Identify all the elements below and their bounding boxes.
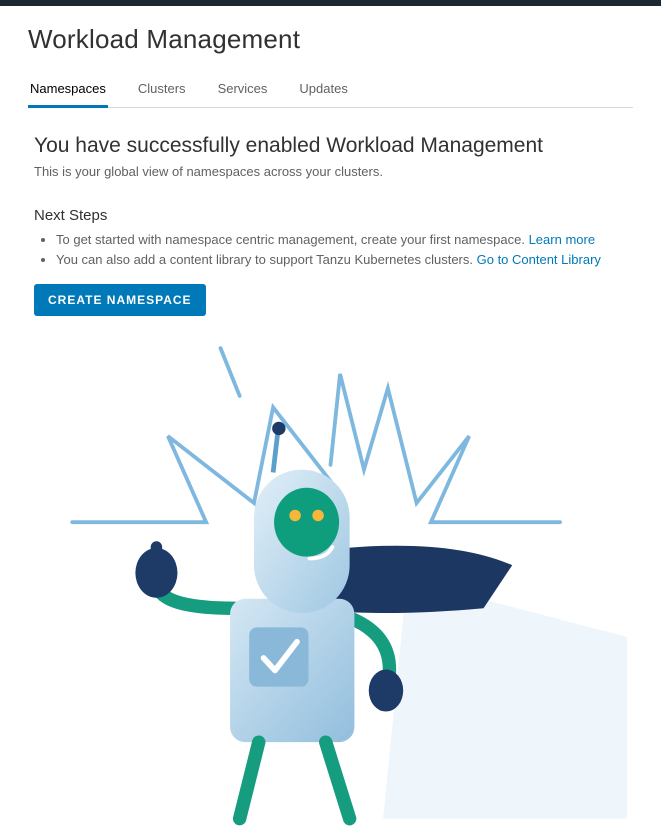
success-heading: You have successfully enabled Workload M…: [34, 134, 627, 158]
tab-bar: Namespaces Clusters Services Updates: [28, 73, 633, 108]
workload-management-page: Workload Management Namespaces Clusters …: [0, 6, 661, 830]
tab-services[interactable]: Services: [216, 73, 270, 108]
content-library-link[interactable]: Go to Content Library: [477, 252, 601, 267]
robot-illustration: [34, 310, 627, 830]
subheading: This is your global view of namespaces a…: [34, 164, 627, 179]
page-title: Workload Management: [28, 24, 633, 55]
next-steps-list: To get started with namespace centric ma…: [34, 230, 627, 270]
content-area: You have successfully enabled Workload M…: [28, 108, 633, 830]
learn-more-link[interactable]: Learn more: [529, 232, 595, 247]
tab-clusters[interactable]: Clusters: [136, 73, 188, 108]
robot-hero-icon: [34, 310, 627, 830]
step-item: To get started with namespace centric ma…: [56, 230, 627, 250]
step-text: You can also add a content library to su…: [56, 252, 473, 267]
step-item: You can also add a content library to su…: [56, 250, 627, 270]
next-steps-title: Next Steps: [34, 207, 627, 224]
step-text: To get started with namespace centric ma…: [56, 232, 525, 247]
tab-namespaces[interactable]: Namespaces: [28, 73, 108, 108]
tab-updates[interactable]: Updates: [297, 73, 349, 108]
